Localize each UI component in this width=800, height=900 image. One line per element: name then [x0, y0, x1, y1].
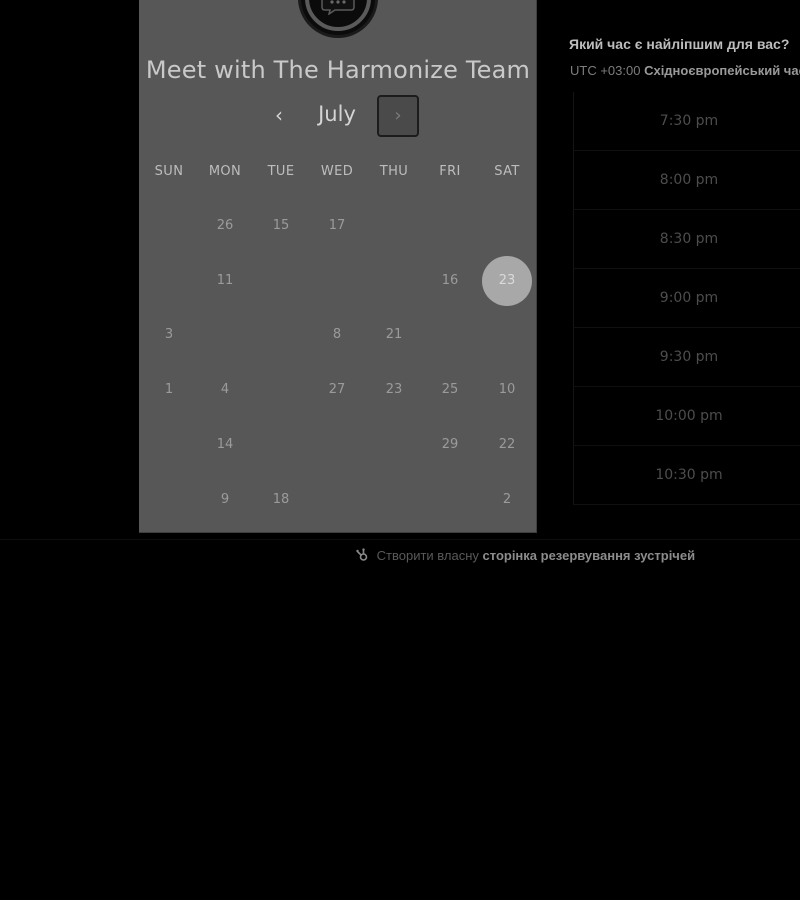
- time-slot-label: 8:00 pm: [659, 172, 719, 188]
- timezone-offset: UTC +03:00: [570, 63, 641, 78]
- time-slot-list: 7:30 pm 8:00 pm 8:30 pm 9:00 pm 9:30 pm 10:00…: [573, 92, 800, 505]
- footer-divider: [0, 539, 800, 540]
- times-heading: Який час є найліпшим для вас?: [569, 36, 790, 52]
- month-label: July: [318, 102, 356, 126]
- timezone-selector[interactable]: UTC +03:00 Східноєвропейський час: [570, 63, 800, 78]
- prev-month-button[interactable]: ‹: [263, 100, 295, 132]
- weekday-thu: THU: [379, 164, 409, 179]
- time-slot[interactable]: 7:30 pm: [573, 92, 800, 151]
- weekday-wed: WED: [320, 164, 354, 179]
- hubspot-sprocket-icon: [356, 548, 369, 565]
- time-slot[interactable]: 9:00 pm: [573, 269, 800, 328]
- time-slot[interactable]: 9:30 pm: [573, 328, 800, 387]
- calendar-day[interactable]: 14: [200, 420, 250, 470]
- weekday-tue: TUE: [267, 164, 295, 179]
- calendar-day[interactable]: 26: [200, 201, 250, 251]
- chevron-right-icon: ›: [394, 105, 402, 126]
- next-month-button[interactable]: ›: [377, 95, 419, 137]
- weekday-header: SUN MON TUE WED THU FRI SAT: [139, 164, 537, 182]
- calendar-day[interactable]: 21: [369, 310, 419, 360]
- calendar-day[interactable]: 15: [256, 201, 306, 251]
- time-slot-label: 7:30 pm: [659, 113, 719, 129]
- calendar-day[interactable]: 17: [312, 201, 362, 251]
- time-slot-label: 9:00 pm: [659, 290, 719, 306]
- calendar-day[interactable]: 9: [200, 475, 250, 525]
- weekday-mon: MON: [208, 164, 242, 179]
- calendar-day[interactable]: 1: [144, 365, 194, 415]
- calendar-day[interactable]: 8: [312, 310, 362, 360]
- chat-bubble-icon: [305, 0, 371, 31]
- calendar-day[interactable]: 23: [369, 365, 419, 415]
- month-navigation: ‹ July ›: [139, 94, 537, 138]
- calendar-day[interactable]: 23: [482, 256, 532, 306]
- time-slot-label: 9:30 pm: [659, 349, 719, 365]
- meeting-title: Meet with The Harmonize Team: [145, 56, 531, 84]
- time-slot[interactable]: 8:30 pm: [573, 210, 800, 269]
- time-slot[interactable]: 10:30 pm: [573, 446, 800, 505]
- calendar-day[interactable]: 3: [144, 310, 194, 360]
- weekday-sat: SAT: [494, 164, 520, 179]
- footer-prefix: Створити власну: [376, 548, 479, 563]
- calendar-day[interactable]: 10: [482, 365, 532, 415]
- calendar-day[interactable]: 29: [425, 420, 475, 470]
- calendar-day[interactable]: 27: [312, 365, 362, 415]
- avatar: [298, 0, 378, 38]
- time-slot-label: 8:30 pm: [659, 231, 719, 247]
- calendar-panel: Meet with The Harmonize Team ‹ July › SU…: [139, 0, 537, 533]
- time-slot[interactable]: 8:00 pm: [573, 151, 800, 210]
- calendar-day[interactable]: 22: [482, 420, 532, 470]
- weekday-fri: FRI: [439, 164, 461, 179]
- weekday-sun: SUN: [154, 164, 184, 179]
- calendar-day[interactable]: 11: [200, 256, 250, 306]
- calendar-day[interactable]: 25: [425, 365, 475, 415]
- create-booking-page-link[interactable]: сторінка резервування зустрічей: [483, 548, 696, 563]
- calendar-day[interactable]: 18: [256, 475, 306, 525]
- time-slot[interactable]: 10:00 pm: [573, 387, 800, 446]
- calendar-day[interactable]: 2: [482, 475, 532, 525]
- time-slot-label: 10:00 pm: [655, 408, 723, 424]
- chevron-left-icon: ‹: [275, 103, 283, 127]
- calendar-day[interactable]: 4: [200, 365, 250, 415]
- calendar-day[interactable]: 16: [425, 256, 475, 306]
- timezone-name: Східноєвропейський час: [644, 63, 800, 78]
- footer: Створити власну сторінка резервування зу…: [356, 548, 695, 565]
- time-slot-label: 10:30 pm: [655, 467, 723, 483]
